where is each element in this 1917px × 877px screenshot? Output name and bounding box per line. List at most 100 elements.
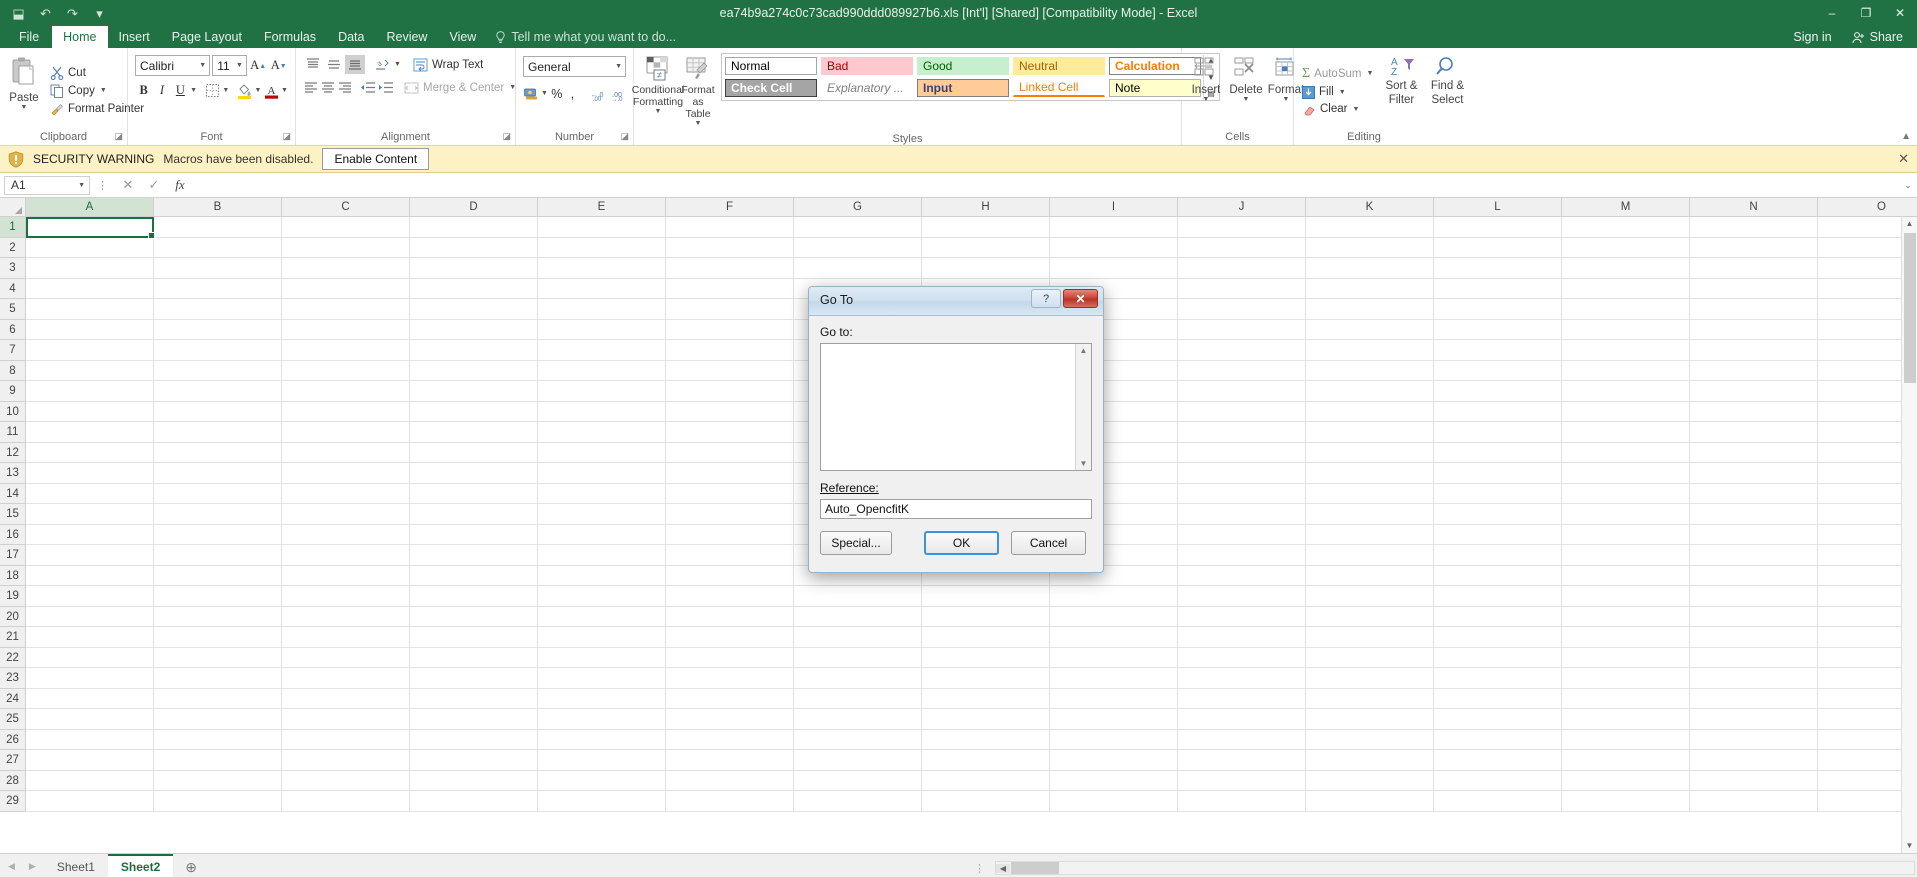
close-icon[interactable]: ✕ [1883, 6, 1917, 20]
cell-K5[interactable] [1306, 299, 1434, 320]
cell-D18[interactable] [410, 565, 538, 586]
cell-C11[interactable] [282, 422, 410, 443]
cell-E29[interactable] [538, 791, 666, 812]
cell-B2[interactable] [154, 237, 282, 258]
cell-L11[interactable] [1434, 422, 1562, 443]
alignment-dialog-launcher[interactable]: ◪ [502, 129, 511, 144]
format-as-table-chevron-down-icon[interactable]: ▼ [694, 120, 703, 127]
sheet-nav-arrows[interactable]: ◀ ▶ [0, 853, 44, 877]
cell-L25[interactable] [1434, 709, 1562, 730]
find-select-button[interactable]: Find & Select [1424, 53, 1470, 128]
cell-M17[interactable] [1562, 545, 1690, 566]
cell-J21[interactable] [1178, 627, 1306, 648]
cell-A6[interactable] [26, 319, 154, 340]
italic-button[interactable]: I [153, 80, 170, 101]
cell-A21[interactable] [26, 627, 154, 648]
cell-K14[interactable] [1306, 483, 1434, 504]
cell-E26[interactable] [538, 729, 666, 750]
cell-N22[interactable] [1690, 647, 1818, 668]
cell-H24[interactable] [922, 688, 1050, 709]
cell-I2[interactable] [1050, 237, 1178, 258]
cell-C21[interactable] [282, 627, 410, 648]
row-header-9[interactable]: 9 [0, 381, 26, 402]
column-header-J[interactable]: J [1178, 198, 1306, 216]
format-chevron-down-icon[interactable]: ▼ [1282, 96, 1291, 103]
fill-color-chevron-down-icon[interactable]: ▼ [254, 87, 262, 94]
cell-A29[interactable] [26, 791, 154, 812]
cell-A10[interactable] [26, 401, 154, 422]
cell-N6[interactable] [1690, 319, 1818, 340]
cell-M23[interactable] [1562, 668, 1690, 689]
cell-K18[interactable] [1306, 565, 1434, 586]
orientation-icon[interactable]: a [372, 55, 392, 74]
cell-F11[interactable] [666, 422, 794, 443]
cell-K20[interactable] [1306, 606, 1434, 627]
cell-I1[interactable] [1050, 217, 1178, 238]
cell-M19[interactable] [1562, 586, 1690, 607]
tab-file[interactable]: File [6, 26, 52, 48]
cell-H22[interactable] [922, 647, 1050, 668]
cell-C14[interactable] [282, 483, 410, 504]
cell-F25[interactable] [666, 709, 794, 730]
cell-A8[interactable] [26, 360, 154, 381]
cell-L2[interactable] [1434, 237, 1562, 258]
cell-M1[interactable] [1562, 217, 1690, 238]
cell-G22[interactable] [794, 647, 922, 668]
cell-M28[interactable] [1562, 770, 1690, 791]
cell-I26[interactable] [1050, 729, 1178, 750]
cell-F12[interactable] [666, 442, 794, 463]
cell-E1[interactable] [538, 217, 666, 238]
cell-E9[interactable] [538, 381, 666, 402]
cell-L24[interactable] [1434, 688, 1562, 709]
cell-M3[interactable] [1562, 258, 1690, 279]
cell-N14[interactable] [1690, 483, 1818, 504]
cell-I29[interactable] [1050, 791, 1178, 812]
insert-cells-button[interactable]: Insert ▼ [1186, 53, 1226, 128]
confirm-entry-icon[interactable]: ✓ [141, 177, 167, 193]
merge-center-button[interactable]: Merge & Center ▼ [400, 79, 521, 97]
column-header-G[interactable]: G [794, 198, 922, 216]
cell-A20[interactable] [26, 606, 154, 627]
increase-indent-icon[interactable] [377, 78, 394, 97]
row-header-26[interactable]: 26 [0, 729, 26, 750]
cell-N23[interactable] [1690, 668, 1818, 689]
cell-L9[interactable] [1434, 381, 1562, 402]
tell-me-search[interactable]: Tell me what you want to do... [487, 26, 676, 48]
row-header-2[interactable]: 2 [0, 237, 26, 258]
delete-chevron-down-icon[interactable]: ▼ [1242, 96, 1251, 103]
cell-F20[interactable] [666, 606, 794, 627]
row-header-24[interactable]: 24 [0, 688, 26, 709]
cell-E5[interactable] [538, 299, 666, 320]
cell-B19[interactable] [154, 586, 282, 607]
horizontal-scrollbar[interactable]: ◀ [995, 861, 1915, 875]
tab-data[interactable]: Data [327, 26, 375, 48]
cell-C23[interactable] [282, 668, 410, 689]
row-header-19[interactable]: 19 [0, 586, 26, 607]
insert-function-icon[interactable]: fx [167, 177, 193, 193]
cell-G19[interactable] [794, 586, 922, 607]
cell-H28[interactable] [922, 770, 1050, 791]
cell-M12[interactable] [1562, 442, 1690, 463]
cell-J29[interactable] [1178, 791, 1306, 812]
clear-chevron-down-icon[interactable]: ▼ [1351, 106, 1360, 113]
cell-J9[interactable] [1178, 381, 1306, 402]
cell-B7[interactable] [154, 340, 282, 361]
cell-E8[interactable] [538, 360, 666, 381]
cell-I25[interactable] [1050, 709, 1178, 730]
cell-M13[interactable] [1562, 463, 1690, 484]
cell-N27[interactable] [1690, 750, 1818, 771]
cell-A17[interactable] [26, 545, 154, 566]
cell-C20[interactable] [282, 606, 410, 627]
scroll-up-icon[interactable]: ▲ [1906, 217, 1914, 231]
cell-H27[interactable] [922, 750, 1050, 771]
cell-K3[interactable] [1306, 258, 1434, 279]
row-header-20[interactable]: 20 [0, 606, 26, 627]
column-header-F[interactable]: F [666, 198, 794, 216]
style-neutral[interactable]: Neutral [1013, 57, 1105, 75]
cell-I23[interactable] [1050, 668, 1178, 689]
cell-F21[interactable] [666, 627, 794, 648]
cell-L17[interactable] [1434, 545, 1562, 566]
cell-C1[interactable] [282, 217, 410, 238]
cell-H26[interactable] [922, 729, 1050, 750]
cell-F28[interactable] [666, 770, 794, 791]
